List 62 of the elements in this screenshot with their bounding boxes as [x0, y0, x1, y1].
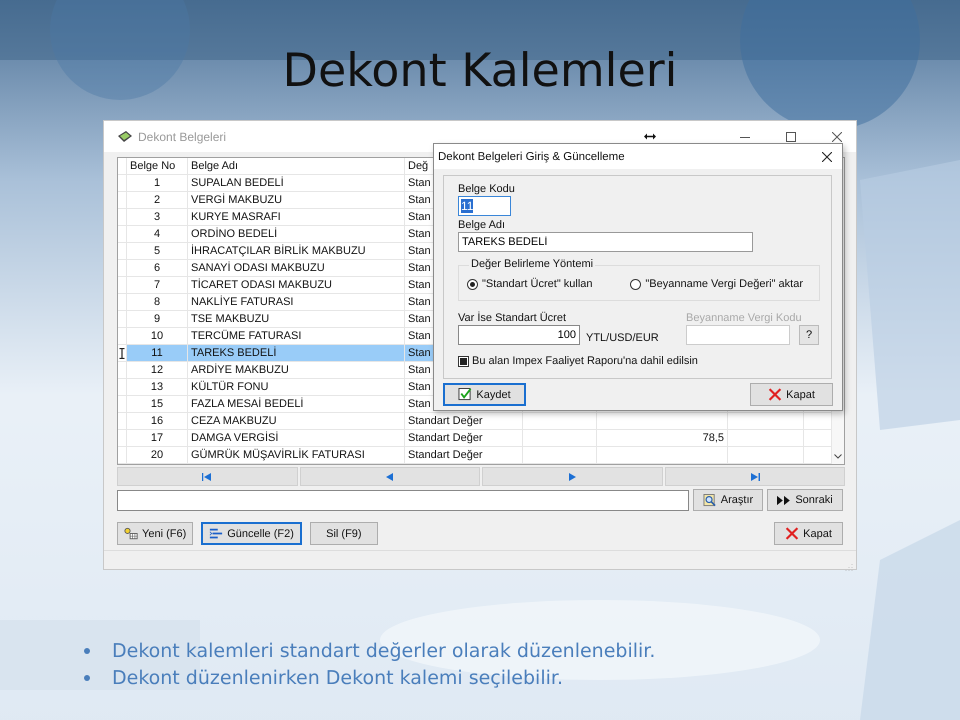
- table-cell: Standart Değer: [408, 449, 483, 461]
- table-cell: KURYE MASRAFI: [188, 209, 405, 226]
- table-cell: 8: [127, 294, 188, 311]
- table-cell: Stan: [408, 347, 431, 359]
- table-cell: 11: [127, 345, 188, 362]
- table-cell: ARDİYE MAKBUZU: [188, 362, 405, 379]
- table-cell: Stan: [408, 398, 431, 410]
- table-cell: NAKLİYE FATURASI: [188, 294, 405, 311]
- field-label: Var İse Standart Ücret: [458, 311, 568, 325]
- field-label: Beyanname Vergi Kodu: [686, 311, 803, 325]
- table-cell: 2: [127, 192, 188, 209]
- selected-text: 11: [461, 199, 474, 213]
- table-cell: FAZLA MESAİ BEDELİ: [188, 396, 405, 413]
- bullet-text: Dekont kalemleri standart değerler olarak düzenlenebilir.: [112, 640, 656, 662]
- table-cell: Stan: [408, 279, 431, 291]
- dialog-title: Dekont Belgeleri Giriş & Güncelleme: [438, 150, 625, 162]
- table-cell: İHRACATÇILAR BİRLİK MAKBUZU: [188, 243, 405, 260]
- table-cell: 12: [127, 362, 188, 379]
- table-cell: CEZA MAKBUZU: [188, 413, 405, 430]
- table-cell: KÜLTÜR FONU: [188, 379, 405, 396]
- table-cell: 15: [127, 396, 188, 413]
- table-cell: SUPALAN BEDELİ: [188, 175, 405, 192]
- table-cell: Standart Değer: [408, 432, 483, 444]
- table-cell: 20: [127, 447, 188, 464]
- table-cell: 3: [127, 209, 188, 226]
- table-cell: 17: [127, 430, 188, 447]
- field-label: Belge Kodu: [458, 182, 515, 196]
- table-cell: 9: [127, 311, 188, 328]
- table-cell: GÜMRÜK MÜŞAVİRLİK FATURASI: [188, 447, 405, 464]
- table-cell: 7: [127, 277, 188, 294]
- table-cell: TSE MAKBUZU: [188, 311, 405, 328]
- group-label: Değer Belirleme Yöntemi: [469, 258, 596, 270]
- table-cell: TİCARET ODASI MAKBUZU: [188, 277, 405, 294]
- table-cell: 5: [127, 243, 188, 260]
- table-cell: Stan: [408, 177, 431, 189]
- table-cell: Stan: [408, 194, 431, 206]
- table-cell: 4: [127, 226, 188, 243]
- table-cell: SANAYİ ODASI MAKBUZU: [188, 260, 405, 277]
- table-cell: Stan: [408, 381, 431, 393]
- table-cell: Stan: [408, 245, 431, 257]
- table-cell: 1: [127, 175, 188, 192]
- window-title: Dekont Belgeleri: [138, 130, 226, 144]
- table-cell: TAREKS BEDELİ: [188, 345, 405, 362]
- table-cell: Stan: [408, 313, 431, 325]
- table-cell: 13: [127, 379, 188, 396]
- table-cell: 78,5: [702, 432, 724, 444]
- table-cell: Stan: [408, 262, 431, 274]
- table-cell: Stan: [408, 211, 431, 223]
- table-cell: 6: [127, 260, 188, 277]
- table-cell: Stan: [408, 296, 431, 308]
- table-cell: Stan: [408, 330, 431, 342]
- field-label: Belge Adı: [458, 218, 506, 232]
- table-cell: ORDİNO BEDELİ: [188, 226, 405, 243]
- table-cell: 16: [127, 413, 188, 430]
- table-cell: Stan: [408, 364, 431, 376]
- table-cell: VERGİ MAKBUZU: [188, 192, 405, 209]
- table-cell: DAMGA VERGİSİ: [188, 430, 405, 447]
- table-cell: Stan: [408, 228, 431, 240]
- currency-label: YTL/USD/EUR: [586, 331, 659, 344]
- slide-title: Dekont Kalemleri: [282, 42, 678, 99]
- bullet-text: Dekont düzenlenirken Dekont kalemi seçilebilir.: [112, 666, 563, 688]
- table-cell: Standart Değer: [408, 415, 483, 427]
